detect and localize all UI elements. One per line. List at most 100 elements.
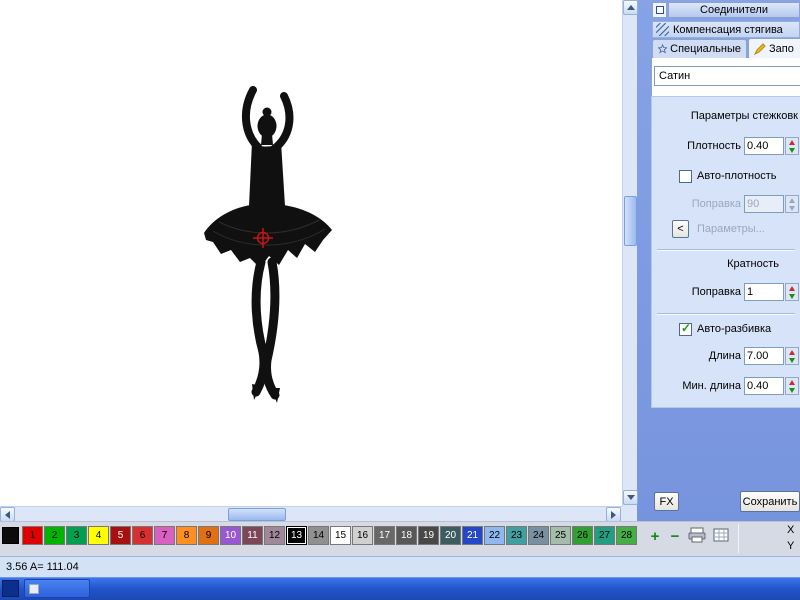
color-table-button[interactable] [712,526,730,544]
palette-cell-24[interactable]: 24 [528,526,549,545]
length-spinner[interactable] [785,347,799,365]
density-label: Плотность [651,140,741,152]
stitch-type-value: Сатин [659,70,690,82]
palette-cell-18[interactable]: 18 [396,526,417,545]
scroll-left-button[interactable] [0,507,15,522]
vertical-scroll-thumb[interactable] [624,196,637,246]
separator [657,313,795,315]
print-button[interactable] [688,526,706,544]
palette-cell-23[interactable]: 23 [506,526,527,545]
palette-cell-17[interactable]: 17 [374,526,395,545]
palette-cell-4[interactable]: 4 [88,526,109,545]
taskbar-app-icon[interactable] [2,580,19,597]
spinner-down-icon[interactable] [786,146,798,154]
correction-input [744,195,784,213]
palette-cell-10[interactable]: 10 [220,526,241,545]
panel-collapse-button[interactable] [652,2,667,18]
spinner-up-icon[interactable] [786,138,798,146]
palette-cell-21[interactable]: 21 [462,526,483,545]
save-button[interactable]: Сохранить [740,491,800,512]
scrollbar-corner [622,506,637,521]
scroll-right-button[interactable] [606,507,621,522]
spinner-up-icon [786,196,798,204]
status-bar: 3.56 A= 111.04 [0,556,800,577]
arrow-down-icon [627,495,635,500]
palette-cell-28[interactable]: 28 [616,526,637,545]
plus-icon: + [651,528,660,545]
palette-cell-16[interactable]: 16 [352,526,373,545]
correction2-input[interactable] [744,283,784,301]
horizontal-scroll-thumb[interactable] [228,508,286,521]
min-length-input[interactable] [744,377,784,395]
tab-fill[interactable]: Запо [748,38,800,58]
taskbar-window-button[interactable] [24,579,90,598]
toolbar-divider [738,524,739,553]
palette-cell-15[interactable]: 15 [330,526,351,545]
auto-density-label: Авто-плотность [697,170,777,182]
palette-cell-20[interactable]: 20 [440,526,461,545]
correction-label: Поправка [651,198,741,210]
spinner-down-icon [786,204,798,212]
hatch-icon [656,23,669,36]
min-length-label: Мин. длина [651,380,741,392]
spinner-down-icon[interactable] [786,356,798,364]
palette-cell-25[interactable]: 25 [550,526,571,545]
palette-cell-8[interactable]: 8 [176,526,197,545]
palette-cell-11[interactable]: 11 [242,526,263,545]
parameters-button-label: Параметры... [697,223,765,235]
auto-density-checkbox[interactable] [679,170,692,183]
color-palette: 1234567891011121314151617181920212223242… [22,526,638,547]
palette-cell-2[interactable]: 2 [44,526,65,545]
connectors-header[interactable]: Соединители [668,2,800,18]
min-length-spinner[interactable] [785,377,799,395]
scroll-up-button[interactable] [623,0,638,15]
fx-button[interactable]: FX [654,492,679,511]
palette-cell-6[interactable]: 6 [132,526,153,545]
palette-cell-27[interactable]: 27 [594,526,615,545]
collapse-icon [656,6,664,14]
separator [657,249,795,251]
multiplicity-title: Кратность [651,258,779,270]
palette-cell-3[interactable]: 3 [66,526,87,545]
back-button[interactable]: < [672,220,689,238]
app-window: Соединители Компенсация стягива Специаль… [0,0,800,600]
add-color-button[interactable]: + [646,527,664,545]
auto-split-checkbox[interactable] [679,323,692,336]
spinner-up-icon[interactable] [786,284,798,292]
spinner-up-icon[interactable] [786,348,798,356]
stitch-type-select[interactable]: Сатин [654,66,800,86]
tab-special[interactable]: Специальные [652,39,747,58]
spinner-down-icon[interactable] [786,292,798,300]
palette-cell-5[interactable]: 5 [110,526,131,545]
auto-split-label: Авто-разбивка [697,323,771,335]
palette-cell-12[interactable]: 12 [264,526,285,545]
palette-cell-9[interactable]: 9 [198,526,219,545]
palette-cell-7[interactable]: 7 [154,526,175,545]
remove-color-button[interactable]: − [666,527,684,545]
design-canvas[interactable] [0,0,622,506]
scroll-down-button[interactable] [623,490,638,505]
palette-cell-13[interactable]: 13 [286,526,307,545]
grid-icon [713,527,729,543]
compensation-label: Компенсация стягива [673,24,783,36]
length-input[interactable] [744,347,784,365]
density-input[interactable] [744,137,784,155]
ballerina-design[interactable] [0,0,622,506]
spinner-down-icon[interactable] [786,386,798,394]
minus-icon: − [671,528,680,545]
arrow-up-icon [627,5,635,10]
compensation-header[interactable]: Компенсация стягива [652,21,800,38]
density-spinner[interactable] [785,137,799,155]
black-color-swatch[interactable] [2,527,19,544]
spinner-up-icon[interactable] [786,378,798,386]
palette-cell-1[interactable]: 1 [22,526,43,545]
horizontal-scrollbar[interactable] [0,506,622,521]
palette-cell-22[interactable]: 22 [484,526,505,545]
correction2-spinner[interactable] [785,283,799,301]
star-icon [658,43,667,55]
vertical-scrollbar[interactable] [622,0,637,506]
palette-cell-19[interactable]: 19 [418,526,439,545]
palette-cell-14[interactable]: 14 [308,526,329,545]
taskbar [0,577,800,600]
palette-cell-26[interactable]: 26 [572,526,593,545]
